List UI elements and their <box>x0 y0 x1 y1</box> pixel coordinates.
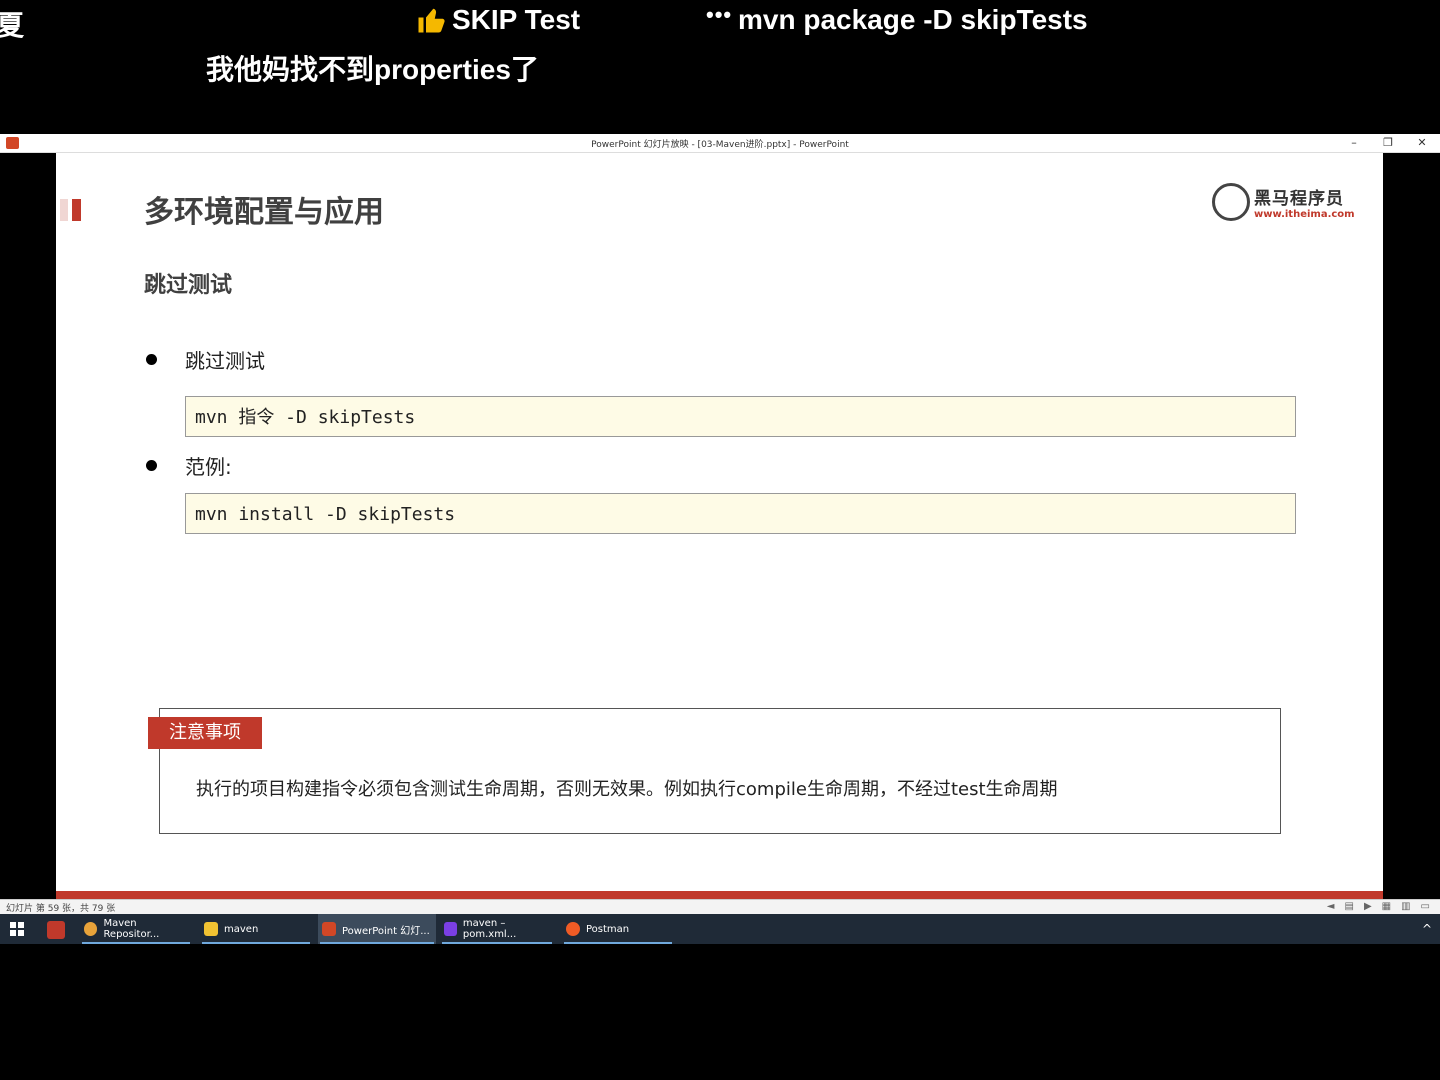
app-launcher-icon[interactable] <box>47 921 65 939</box>
restore-button[interactable]: ❐ <box>1376 135 1400 151</box>
horse-logo-icon <box>1212 183 1250 221</box>
bullet-text: 范例: <box>185 455 232 479</box>
overlay-properties-comment: 我他妈找不到properties了 <box>206 54 539 85</box>
play-icon[interactable]: ▶ <box>1364 901 1372 912</box>
window-titlebar: PowerPoint 幻灯片放映 - [03-Maven进阶.pptx] - P… <box>0 134 1440 153</box>
taskbar-item-intellij[interactable]: maven – pom.xml... <box>440 914 554 944</box>
folder-icon <box>204 922 218 936</box>
thumbs-up-icon <box>418 8 445 33</box>
taskbar-item-explorer[interactable]: maven <box>200 914 312 944</box>
overlay-dots: ••• <box>706 2 733 27</box>
minimize-button[interactable]: – <box>1342 135 1366 151</box>
taskbar: Maven Repositor... maven PowerPoint 幻灯..… <box>0 914 1440 944</box>
overlay-skip-test: SKIP Test <box>416 4 580 36</box>
bullet-item: 跳过测试 <box>144 345 265 374</box>
overlay-left-char: 夏 <box>0 10 25 41</box>
bullet-text: 跳过测试 <box>185 349 265 373</box>
taskbar-item-chrome[interactable]: Maven Repositor... <box>80 914 192 944</box>
slideshow-icon[interactable]: ▭ <box>1421 901 1430 912</box>
overlay-mvn-command: mvn package -D skipTests <box>738 4 1088 35</box>
notice-tag: 注意事项 <box>148 717 262 749</box>
slide[interactable]: 多环境配置与应用 黑马程序员 www.itheima.com 跳过测试 跳过测试… <box>56 153 1383 900</box>
windows-start-icon[interactable] <box>10 922 24 936</box>
reading-view-icon[interactable]: ▥ <box>1401 901 1410 912</box>
slide-title: 多环境配置与应用 <box>144 195 384 230</box>
itheima-logo: 黑马程序员 www.itheima.com <box>1212 183 1355 221</box>
postman-icon <box>566 922 580 936</box>
bullet-item: 范例: <box>144 451 232 480</box>
notice-text: 执行的项目构建指令必须包含测试生命周期，否则无效果。例如执行compile生命周… <box>196 779 1058 800</box>
bullet-dot-icon <box>146 354 157 365</box>
code-block: mvn install -D skipTests <box>185 493 1296 534</box>
notice-box <box>159 708 1281 834</box>
title-accent-bar <box>60 199 81 221</box>
slideshow-area: 多环境配置与应用 黑马程序员 www.itheima.com 跳过测试 跳过测试… <box>0 153 1440 900</box>
intellij-icon <box>444 922 457 936</box>
slide-footer-strip <box>56 891 1383 899</box>
grid-view-icon[interactable]: ▦ <box>1382 901 1391 912</box>
slide-subtitle: 跳过测试 <box>144 273 233 298</box>
close-button[interactable]: ✕ <box>1410 135 1434 151</box>
chrome-icon <box>84 922 98 936</box>
slide-counter: 幻灯片 第 59 张，共 79 张 <box>6 904 116 914</box>
tray-expand-icon[interactable]: ^ <box>1422 922 1432 936</box>
logo-url: www.itheima.com <box>1254 209 1355 220</box>
logo-name: 黑马程序员 <box>1254 189 1344 209</box>
prev-icon[interactable]: ◄ <box>1327 901 1335 912</box>
taskbar-item-postman[interactable]: Postman <box>562 914 674 944</box>
powerpoint-icon <box>322 922 336 936</box>
bullet-dot-icon <box>146 460 157 471</box>
taskbar-item-powerpoint[interactable]: PowerPoint 幻灯... <box>318 914 436 944</box>
window-title: PowerPoint 幻灯片放映 - [03-Maven进阶.pptx] - P… <box>591 140 849 150</box>
skip-test-label: SKIP Test <box>452 4 581 35</box>
notes-icon[interactable]: ▤ <box>1344 901 1353 912</box>
statusbar: 幻灯片 第 59 张，共 79 张 ◄ ▤ ▶ ▦ ▥ ▭ <box>0 899 1440 915</box>
code-block: mvn 指令 -D skipTests <box>185 396 1296 437</box>
